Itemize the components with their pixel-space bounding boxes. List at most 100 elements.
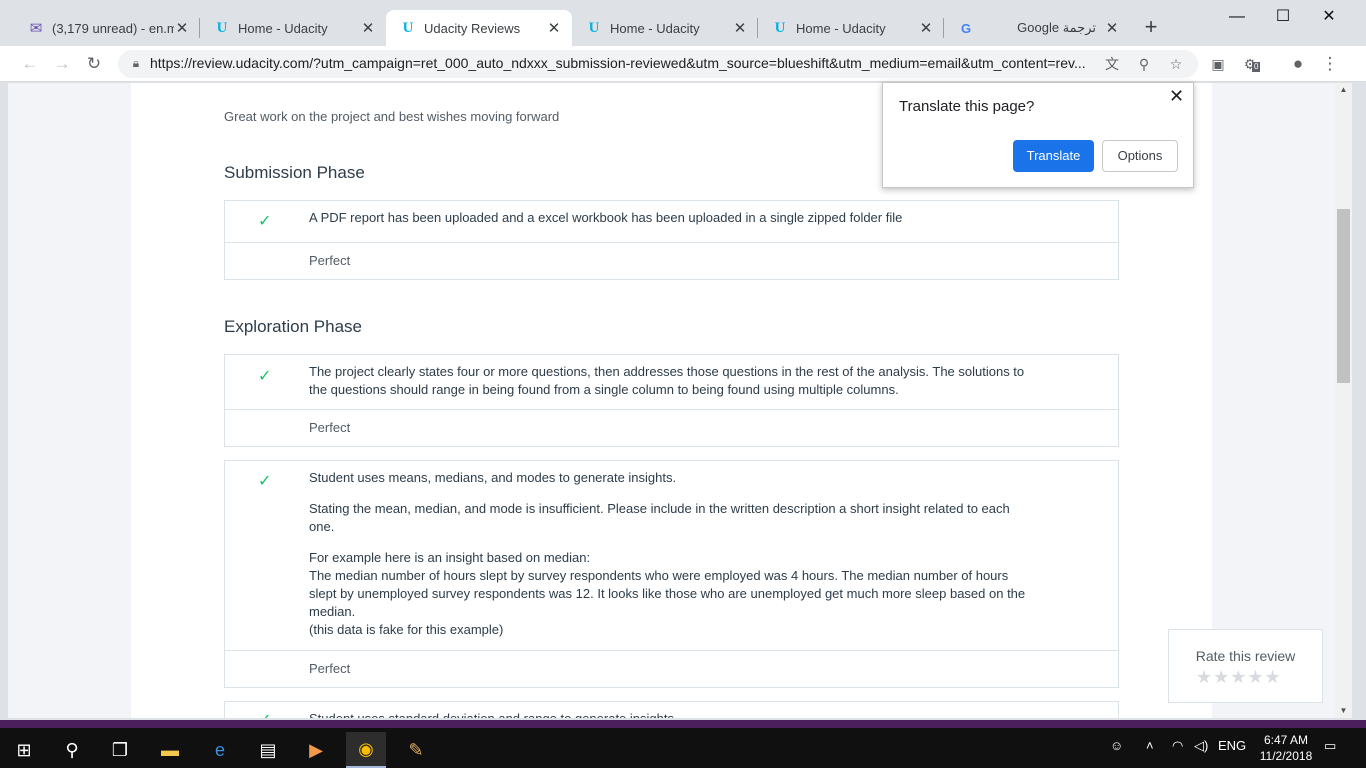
tab-strip: ✉ (3,179 unread) - en.ma ✕ U Home - Udac…	[0, 0, 1366, 46]
google-translate-icon: G	[960, 20, 972, 36]
udacity-icon: U	[588, 19, 600, 36]
tab-title: Home - Udacity	[238, 20, 328, 36]
windows-start-icon[interactable]: ⊞	[4, 732, 44, 768]
close-icon[interactable]: ✕	[1169, 86, 1184, 107]
tab-title: Home - Udacity	[796, 20, 886, 36]
clock[interactable]: 6:47 AM 11/2/2018	[1256, 732, 1316, 764]
address-bar[interactable]: 🔒︎ https://review.udacity.com/?utm_campa…	[118, 50, 1198, 78]
extension-badge-icon[interactable]: ⚙ 0	[1238, 52, 1262, 76]
language-indicator[interactable]: ENG	[1218, 738, 1246, 753]
spec-paragraph: Stating the mean, median, and mode is in…	[309, 501, 1010, 534]
close-icon[interactable]: ✕	[546, 19, 562, 37]
zoom-icon[interactable]: ⚲	[1134, 54, 1154, 74]
close-icon[interactable]: ✕	[732, 19, 748, 37]
check-icon: ✓	[258, 710, 271, 718]
criterion: ✓ The project clearly states four or mor…	[224, 354, 1119, 447]
minimize-button[interactable]: —	[1214, 4, 1260, 30]
close-icon[interactable]: ✕	[918, 19, 934, 37]
section-title: Exploration Phase	[224, 317, 362, 336]
forward-icon[interactable]: →	[50, 52, 74, 76]
wifi-icon[interactable]: ◠	[1172, 738, 1183, 754]
star-icon[interactable]: ☆	[1166, 54, 1186, 74]
edge-icon[interactable]: e	[200, 732, 240, 768]
back-icon[interactable]: ←	[18, 52, 42, 76]
window-edge	[0, 83, 8, 720]
rate-review-box: Rate this review ★★★★★	[1168, 629, 1323, 703]
profile-icon[interactable]: ●	[1286, 52, 1310, 76]
criterion-spec: ✓ A PDF report has been uploaded and a e…	[225, 201, 1118, 243]
chrome-icon[interactable]: ◉	[346, 732, 386, 768]
spec-paragraph: A PDF report has been uploaded and a exc…	[309, 210, 903, 225]
paint-icon[interactable]: ✎	[396, 732, 436, 768]
criterion: ✓ A PDF report has been uploaded and a e…	[224, 200, 1119, 280]
criterion: ✓ Student uses standard deviation and ra…	[224, 701, 1119, 718]
close-window-button[interactable]: ✕	[1306, 4, 1352, 30]
udacity-icon: U	[402, 19, 414, 36]
spec-paragraph: The project clearly states four or more …	[309, 364, 1025, 397]
close-icon[interactable]: ✕	[174, 19, 190, 37]
chevron-up-icon[interactable]: ˄	[1146, 738, 1154, 753]
check-icon: ✓	[258, 368, 272, 385]
windows-taskbar: ⊞ ⚲ ❐ ▬ e ▤ ▶ ◉ ✎ ☺ ˄ ◠ ◁) ENG 6:47 AM 1…	[0, 728, 1366, 768]
rate-review-title: Rate this review	[1195, 648, 1296, 664]
clock-date: 11/2/2018	[1259, 749, 1313, 763]
translate-popup: Translate this page? ✕ Translate Options	[882, 82, 1194, 188]
rating-stars[interactable]: ★★★★★	[1196, 667, 1282, 688]
menu-icon[interactable]: ⋮	[1318, 52, 1342, 76]
criterion-spec: ✓ The project clearly states four or mor…	[225, 355, 1118, 410]
tab-title: Home - Udacity	[610, 20, 700, 36]
criterion-spec: ✓ Student uses standard deviation and ra…	[225, 702, 1118, 718]
tab-udacity-home-2[interactable]: U Home - Udacity ✕	[572, 10, 758, 46]
reviewer-comment: Perfect	[309, 253, 351, 268]
media-player-icon[interactable]: ▶	[296, 732, 336, 768]
review-intro: Great work on the project and best wishe…	[224, 109, 560, 124]
tab-udacity-reviews[interactable]: U Udacity Reviews ✕	[386, 10, 572, 46]
tab-google-translate[interactable]: G Google ترجمة ✕	[944, 10, 1130, 46]
browser-window: ✉ (3,179 unread) - en.ma ✕ U Home - Udac…	[0, 0, 1366, 720]
file-explorer-icon[interactable]: ▬	[150, 732, 190, 768]
page-scrollbar[interactable]: ▲ ▼	[1335, 83, 1352, 718]
scroll-thumb[interactable]	[1337, 209, 1350, 383]
criterion: ✓ Student uses means, medians, and modes…	[224, 460, 1119, 688]
scroll-down-icon[interactable]: ▼	[1335, 704, 1352, 718]
spec-paragraph: For example here is an insight based on …	[309, 550, 1026, 637]
criterion-text: Student uses standard deviation and rang…	[225, 702, 1118, 718]
udacity-icon: U	[216, 19, 228, 36]
scroll-up-icon[interactable]: ▲	[1335, 83, 1352, 97]
spec-paragraph: Student uses means, medians, and modes t…	[309, 470, 677, 485]
clock-time: 6:47 AM	[1263, 733, 1309, 747]
options-button[interactable]: Options	[1102, 140, 1178, 172]
tab-udacity-home-1[interactable]: U Home - Udacity ✕	[200, 10, 386, 46]
volume-icon[interactable]: ◁)	[1194, 738, 1208, 754]
tab-title: (3,179 unread) - en.ma	[52, 20, 174, 36]
tab-title: Udacity Reviews	[424, 20, 521, 36]
search-icon[interactable]: ⚲	[52, 732, 92, 768]
reload-icon[interactable]: ↻	[82, 52, 106, 76]
tab-mail[interactable]: ✉ (3,179 unread) - en.ma ✕	[14, 10, 200, 46]
tab-udacity-home-3[interactable]: U Home - Udacity ✕	[758, 10, 944, 46]
translate-button[interactable]: Translate	[1013, 140, 1094, 172]
url-text[interactable]: https://review.udacity.com/?utm_campaign…	[150, 55, 1094, 71]
notifications-icon[interactable]: ▭	[1324, 738, 1336, 754]
people-icon[interactable]: ☺	[1110, 738, 1123, 753]
section-title: Submission Phase	[224, 163, 365, 182]
task-view-icon[interactable]: ❐	[100, 732, 140, 768]
criterion-spec: ✓ Student uses means, medians, and modes…	[225, 461, 1118, 651]
maximize-button[interactable]: ☐	[1260, 4, 1306, 30]
check-icon: ✓	[258, 473, 272, 490]
spec-paragraph: Student uses standard deviation and rang…	[309, 710, 1028, 718]
reviewer-comment: Perfect	[309, 661, 351, 676]
close-icon[interactable]: ✕	[360, 19, 376, 37]
mail-icon: ✉	[29, 20, 43, 37]
translate-icon[interactable]: 文	[1102, 54, 1122, 74]
extension-icon[interactable]: ▣	[1206, 52, 1230, 76]
close-icon[interactable]: ✕	[1104, 19, 1120, 37]
criterion-text: A PDF report has been uploaded and a exc…	[225, 201, 1118, 235]
browser-toolbar: ← → ↻ 🔒︎ https://review.udacity.com/?utm…	[0, 46, 1366, 82]
udacity-icon: U	[774, 19, 786, 36]
check-icon: ✓	[258, 213, 272, 230]
new-tab-button[interactable]: +	[1140, 14, 1162, 42]
extension-badge: 0	[1252, 62, 1261, 72]
store-icon[interactable]: ▤	[248, 732, 288, 768]
reviewer-comment: Perfect	[309, 420, 351, 435]
